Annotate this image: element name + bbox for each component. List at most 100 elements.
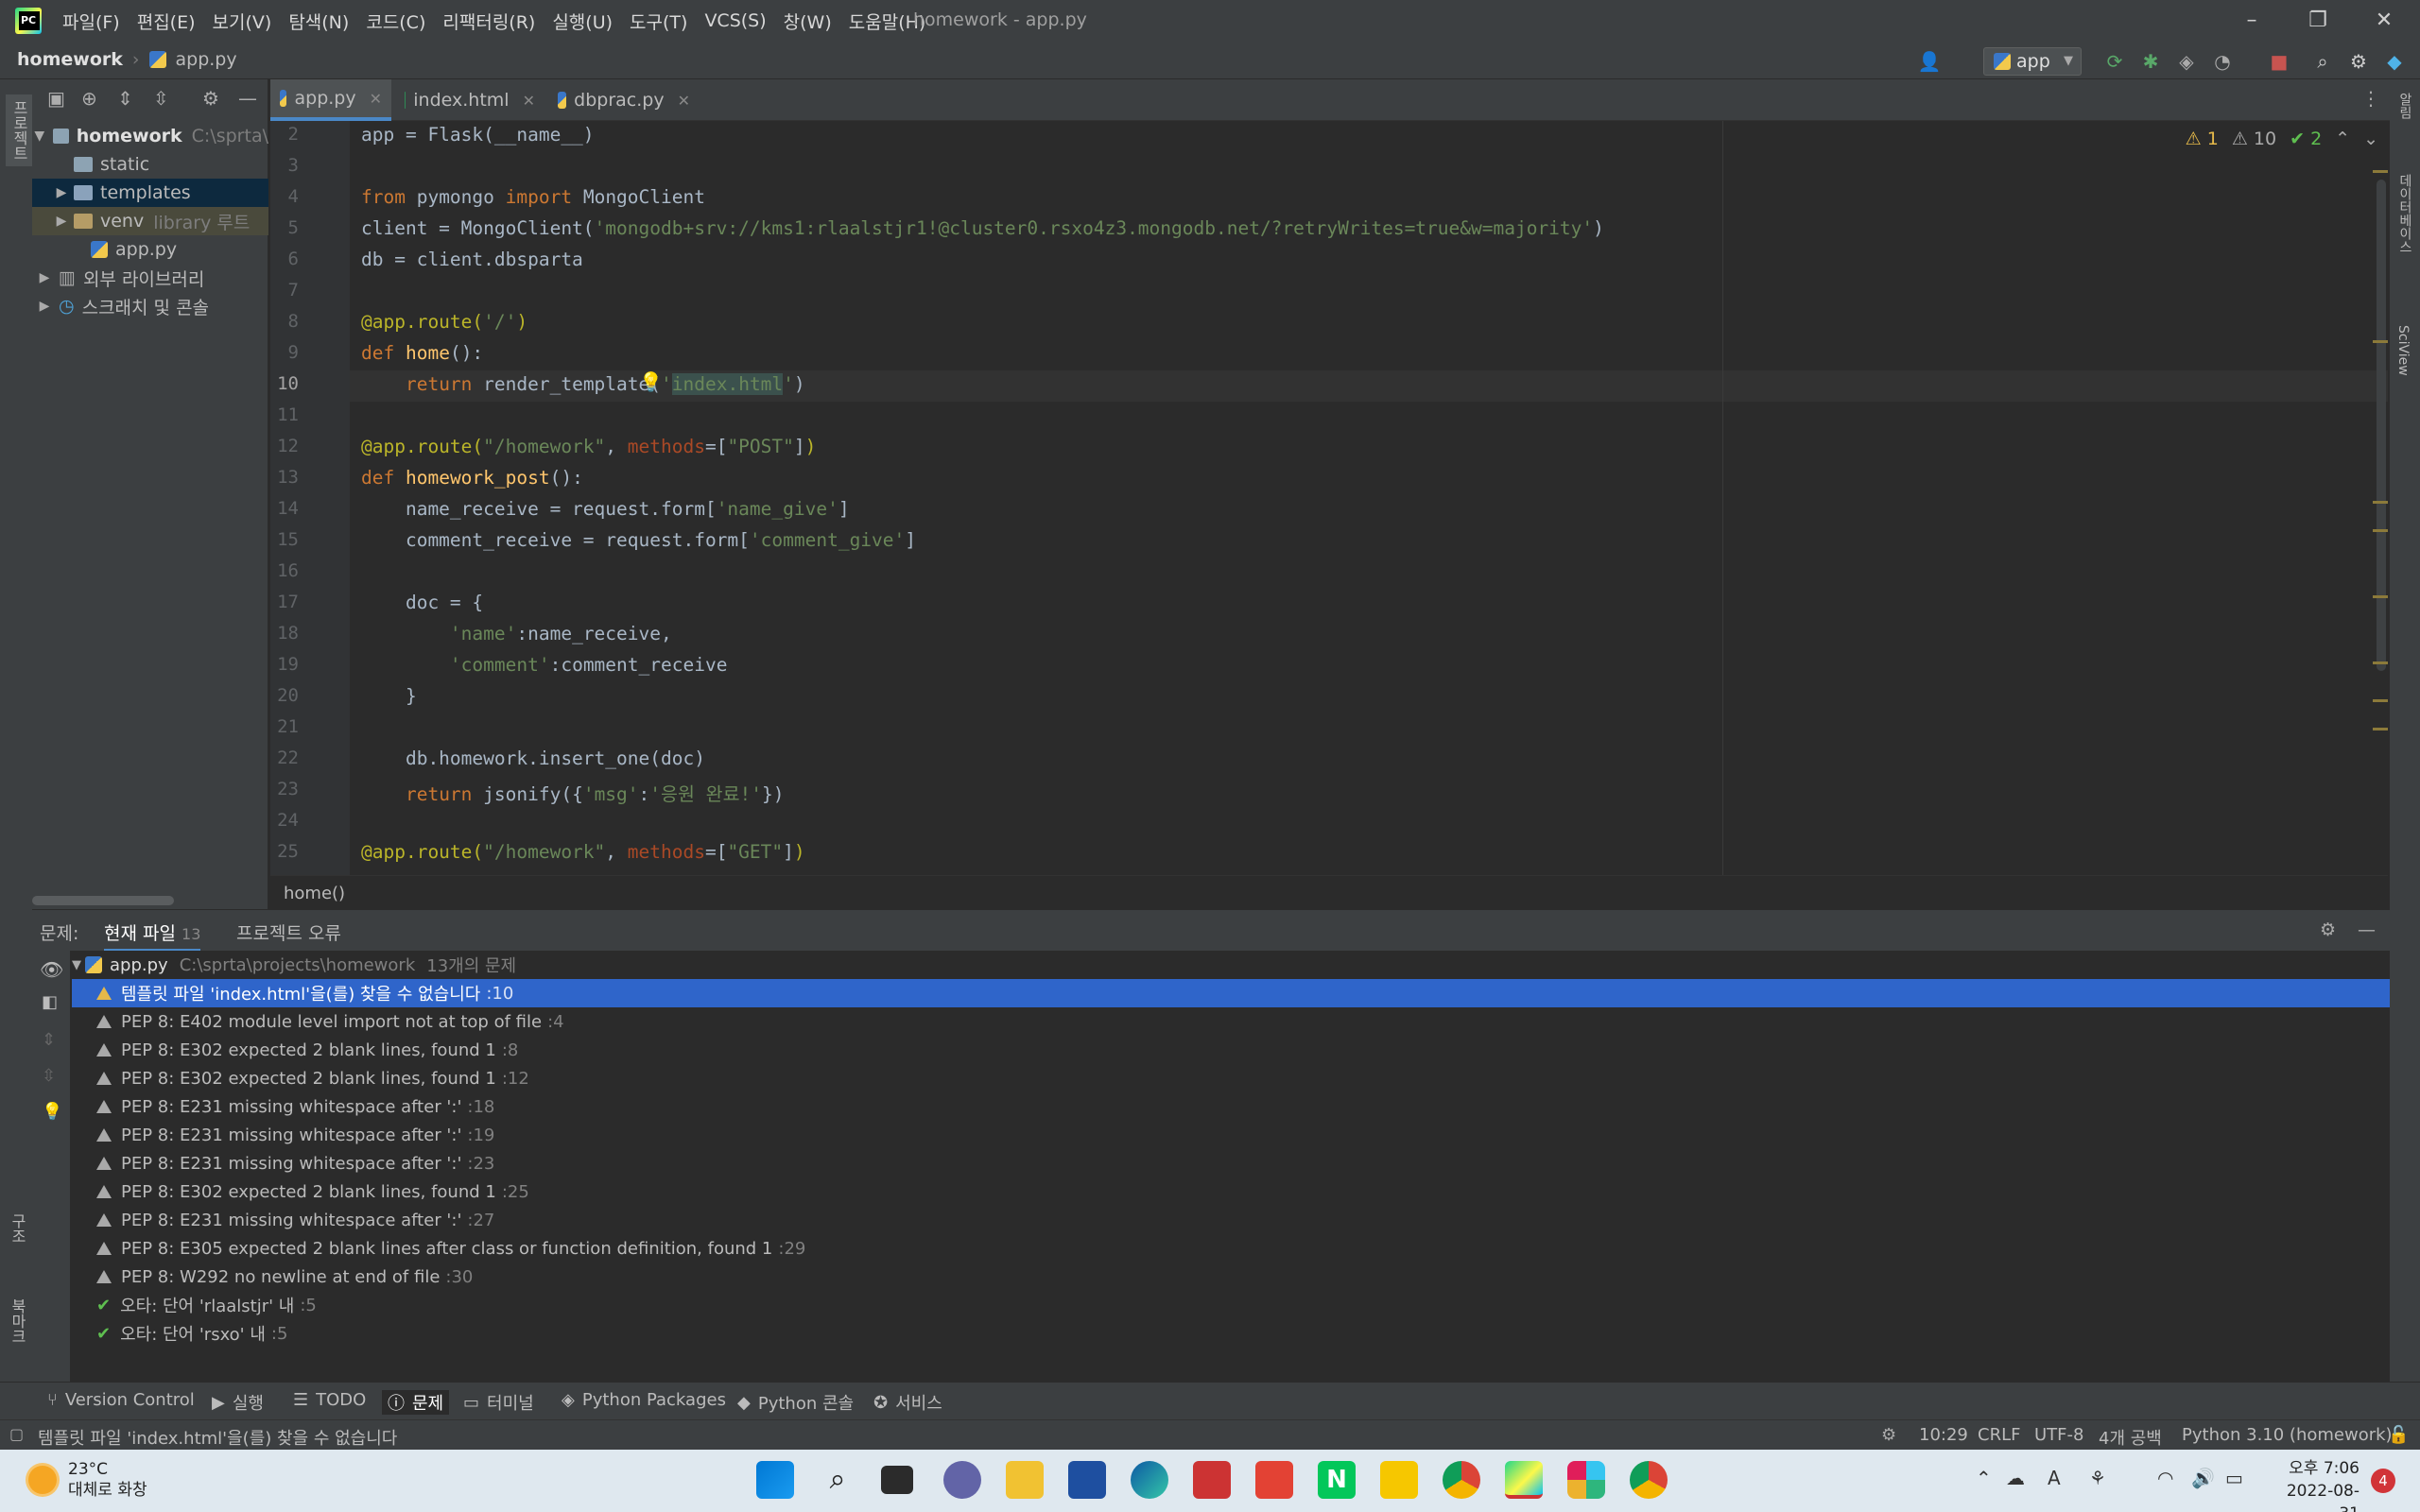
line-number[interactable]: 10 — [270, 373, 299, 394]
stripe-mark[interactable] — [2373, 595, 2388, 598]
line-number[interactable]: 18 — [270, 623, 299, 644]
problem-row[interactable]: PEP 8: E231 missing whitespace after ':'… — [72, 1149, 2390, 1177]
collapse-all-icon[interactable]: ⇳ — [153, 87, 169, 110]
search-icon[interactable]: ⌕ — [2310, 49, 2335, 74]
chevron-down-icon[interactable]: ⌄ — [2363, 129, 2378, 149]
line-number[interactable]: 17 — [270, 592, 299, 612]
font-icon[interactable]: A — [2048, 1467, 2061, 1489]
debug-icon[interactable]: ✱ — [2138, 49, 2163, 74]
tab-dbprac-py[interactable]: dbprac.py ✕ — [548, 79, 700, 121]
line-number[interactable]: 7 — [270, 280, 299, 301]
stripe-mark[interactable] — [2373, 340, 2388, 343]
line-number[interactable]: 4 — [270, 186, 299, 207]
line-number[interactable]: 24 — [270, 810, 299, 831]
code-editor[interactable]: 2 3 4 5 6 7 8 9 10 11 12 13 14 15 16 17 18 19 20 21 22 23 24 25… — [270, 121, 2388, 875]
chevron-up-icon[interactable]: ⌃ — [1976, 1467, 1992, 1489]
tab-project-errors[interactable]: 프로젝트 오류 — [236, 919, 341, 945]
file-explorer-icon[interactable] — [1006, 1461, 1044, 1499]
breadcrumb-project[interactable]: homework — [17, 49, 123, 70]
caret-position[interactable]: 10:29 — [1919, 1425, 1968, 1445]
tool-python-packages[interactable]: ◈ Python Packages — [562, 1390, 726, 1410]
close-tab-icon[interactable]: ✕ — [678, 92, 690, 110]
settings-icon[interactable]: ⚙ — [2346, 49, 2371, 74]
line-number[interactable]: 5 — [270, 217, 299, 238]
chevron-right-icon[interactable]: ▶ — [53, 214, 70, 229]
line-number[interactable]: 19 — [270, 654, 299, 675]
profile-icon[interactable]: ◔ — [2210, 49, 2235, 74]
line-number[interactable]: 2 — [270, 124, 299, 145]
stripe-mark[interactable] — [2373, 699, 2388, 702]
lock-icon[interactable]: 🔓 — [2388, 1425, 2409, 1445]
menu-code[interactable]: 코드(C) — [366, 9, 425, 34]
bookmarks-tool-button[interactable]: 북마크 — [6, 1298, 28, 1344]
chat-icon[interactable] — [943, 1461, 981, 1499]
tree-external-libraries[interactable]: ▶ ▥ 외부 라이브러리 — [32, 264, 268, 292]
volume-icon[interactable]: 🔊 — [2191, 1467, 2215, 1489]
edge-icon[interactable] — [1131, 1461, 1168, 1499]
locate-icon[interactable]: ⊕ — [81, 87, 97, 110]
editor-breadcrumb-function[interactable]: home() — [284, 884, 345, 903]
structure-tool-button[interactable]: 구조 — [6, 1213, 28, 1244]
tab-current-file[interactable]: 현재 파일 13 — [104, 919, 201, 952]
chevron-down-icon[interactable]: ▼ — [72, 958, 81, 972]
breadcrumb-file[interactable]: app.py — [176, 49, 237, 70]
user-icon[interactable]: 👤 — [1917, 49, 1942, 74]
file-encoding[interactable]: UTF-8 — [2034, 1425, 2083, 1445]
line-number[interactable]: 14 — [270, 498, 299, 519]
stripe-mark[interactable] — [2373, 170, 2388, 173]
line-number[interactable]: 9 — [270, 342, 299, 363]
app-icon[interactable] — [1193, 1461, 1231, 1499]
database-tool-button[interactable]: 데이터베이스 — [2395, 174, 2414, 253]
sticky-notes-icon[interactable] — [1380, 1461, 1418, 1499]
chrome-profile-icon[interactable] — [1630, 1461, 1668, 1499]
task-view-icon[interactable] — [881, 1466, 913, 1494]
pycharm-logo-icon[interactable] — [15, 8, 42, 34]
line-number[interactable]: 11 — [270, 404, 299, 425]
close-window-button[interactable]: ✕ — [2365, 6, 2403, 36]
menu-edit[interactable]: 편집(E) — [137, 9, 196, 34]
tree-item-venv[interactable]: ▶ venv library 루트 — [32, 207, 268, 235]
preview-icon[interactable]: ◧ — [42, 992, 58, 1012]
line-number[interactable]: 3 — [270, 155, 299, 176]
error-stripe[interactable] — [2373, 170, 2388, 756]
expand-all-icon[interactable]: ⇕ — [117, 87, 133, 110]
sync-app-icon[interactable] — [1255, 1461, 1293, 1499]
notification-badge[interactable]: 4 — [2371, 1469, 2395, 1493]
menu-navigate[interactable]: 탐색(N) — [288, 9, 349, 34]
menu-window[interactable]: 창(W) — [784, 9, 832, 34]
python-interpreter[interactable]: Python 3.10 (homework) — [2182, 1425, 2393, 1445]
chevron-up-icon[interactable]: ⌃ — [2335, 129, 2350, 149]
tool-python-console[interactable]: ◆ Python 콘솔 — [737, 1390, 854, 1415]
horizontal-scrollbar[interactable] — [32, 896, 174, 905]
close-tab-icon[interactable]: ✕ — [370, 90, 382, 108]
gear-icon[interactable]: ⚙ — [202, 87, 219, 110]
status-message[interactable]: 템플릿 파일 'index.html'을(를) 찾을 수 없습니다 — [38, 1425, 397, 1450]
search-icon[interactable]: ⌕ — [819, 1461, 856, 1499]
problem-row[interactable]: PEP 8: E402 module level import not at t… — [72, 1007, 2390, 1036]
tool-terminal[interactable]: ▭ 터미널 — [463, 1390, 534, 1415]
problems-file-row[interactable]: ▼ app.py C:\sprta\projects\homework 13개의… — [72, 951, 2390, 979]
inspection-widget[interactable]: ⚠ 1 ⚠ 10 ✔ 2 ⌃ ⌄ — [2186, 129, 2378, 149]
chevron-right-icon[interactable]: ▶ — [36, 270, 53, 285]
rerun-icon[interactable]: ⟳ — [2102, 49, 2127, 74]
pycharm-taskbar-icon[interactable] — [1505, 1461, 1543, 1499]
layout-icon[interactable]: ▢ — [9, 1425, 24, 1443]
close-tab-icon[interactable]: ✕ — [523, 92, 535, 110]
tree-item-app-py[interactable]: app.py — [32, 235, 268, 264]
minimize-button[interactable]: – — [2233, 6, 2271, 36]
naver-icon[interactable]: N — [1318, 1461, 1356, 1499]
stripe-mark[interactable] — [2373, 728, 2388, 730]
problem-row[interactable]: 템플릿 파일 'index.html'을(를) 찾을 수 없습니다:10 — [72, 979, 2390, 1007]
tool-todo[interactable]: ☰ TODO — [293, 1390, 366, 1410]
menu-vcs[interactable]: VCS(S) — [704, 10, 766, 31]
sciview-tool-button[interactable]: SciView — [2395, 325, 2411, 376]
tool-version-control[interactable]: ⑂ Version Control — [47, 1390, 195, 1410]
chrome-icon[interactable] — [1443, 1461, 1480, 1499]
tab-index-html[interactable]: index.html ✕ — [395, 79, 544, 121]
problems-settings-icon[interactable]: ⚙ — [2320, 919, 2336, 940]
lightbulb-icon[interactable]: 💡 — [42, 1102, 62, 1122]
expand-all-icon[interactable]: ⇕ — [42, 1030, 56, 1050]
tool-run[interactable]: ▶ 실행 — [212, 1390, 264, 1415]
line-number[interactable]: 12 — [270, 436, 299, 456]
eye-icon[interactable]: 👁 — [40, 958, 63, 981]
